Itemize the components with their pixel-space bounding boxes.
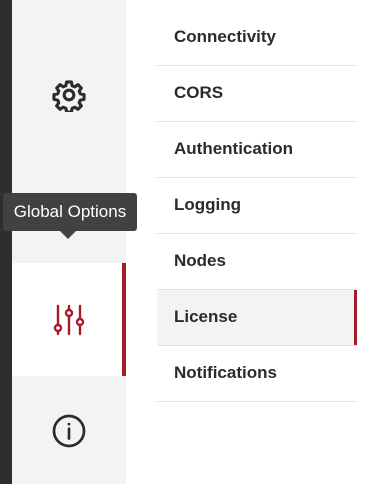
menu-item-notifications[interactable]: Notifications — [157, 346, 357, 402]
settings-menu: Connectivity CORS Authentication Logging… — [157, 10, 357, 402]
sidebar-item-settings[interactable] — [12, 40, 126, 150]
menu-item-nodes[interactable]: Nodes — [157, 234, 357, 290]
icon-sidebar — [12, 0, 126, 484]
sliders-icon — [49, 300, 89, 340]
sidebar-item-about[interactable] — [12, 376, 126, 484]
sidebar-item-global-options[interactable] — [12, 263, 126, 376]
gear-icon — [49, 75, 89, 115]
info-icon — [49, 411, 89, 451]
menu-item-connectivity[interactable]: Connectivity — [157, 10, 357, 66]
menu-item-cors[interactable]: CORS — [157, 66, 357, 122]
settings-panel: Global Options Connectivity CORS Authent… — [0, 0, 373, 484]
sidebar-tooltip: Global Options — [3, 193, 137, 239]
menu-item-logging[interactable]: Logging — [157, 178, 357, 234]
menu-item-authentication[interactable]: Authentication — [157, 122, 357, 178]
menu-item-license[interactable]: License — [157, 290, 357, 346]
app-edge — [0, 0, 12, 484]
